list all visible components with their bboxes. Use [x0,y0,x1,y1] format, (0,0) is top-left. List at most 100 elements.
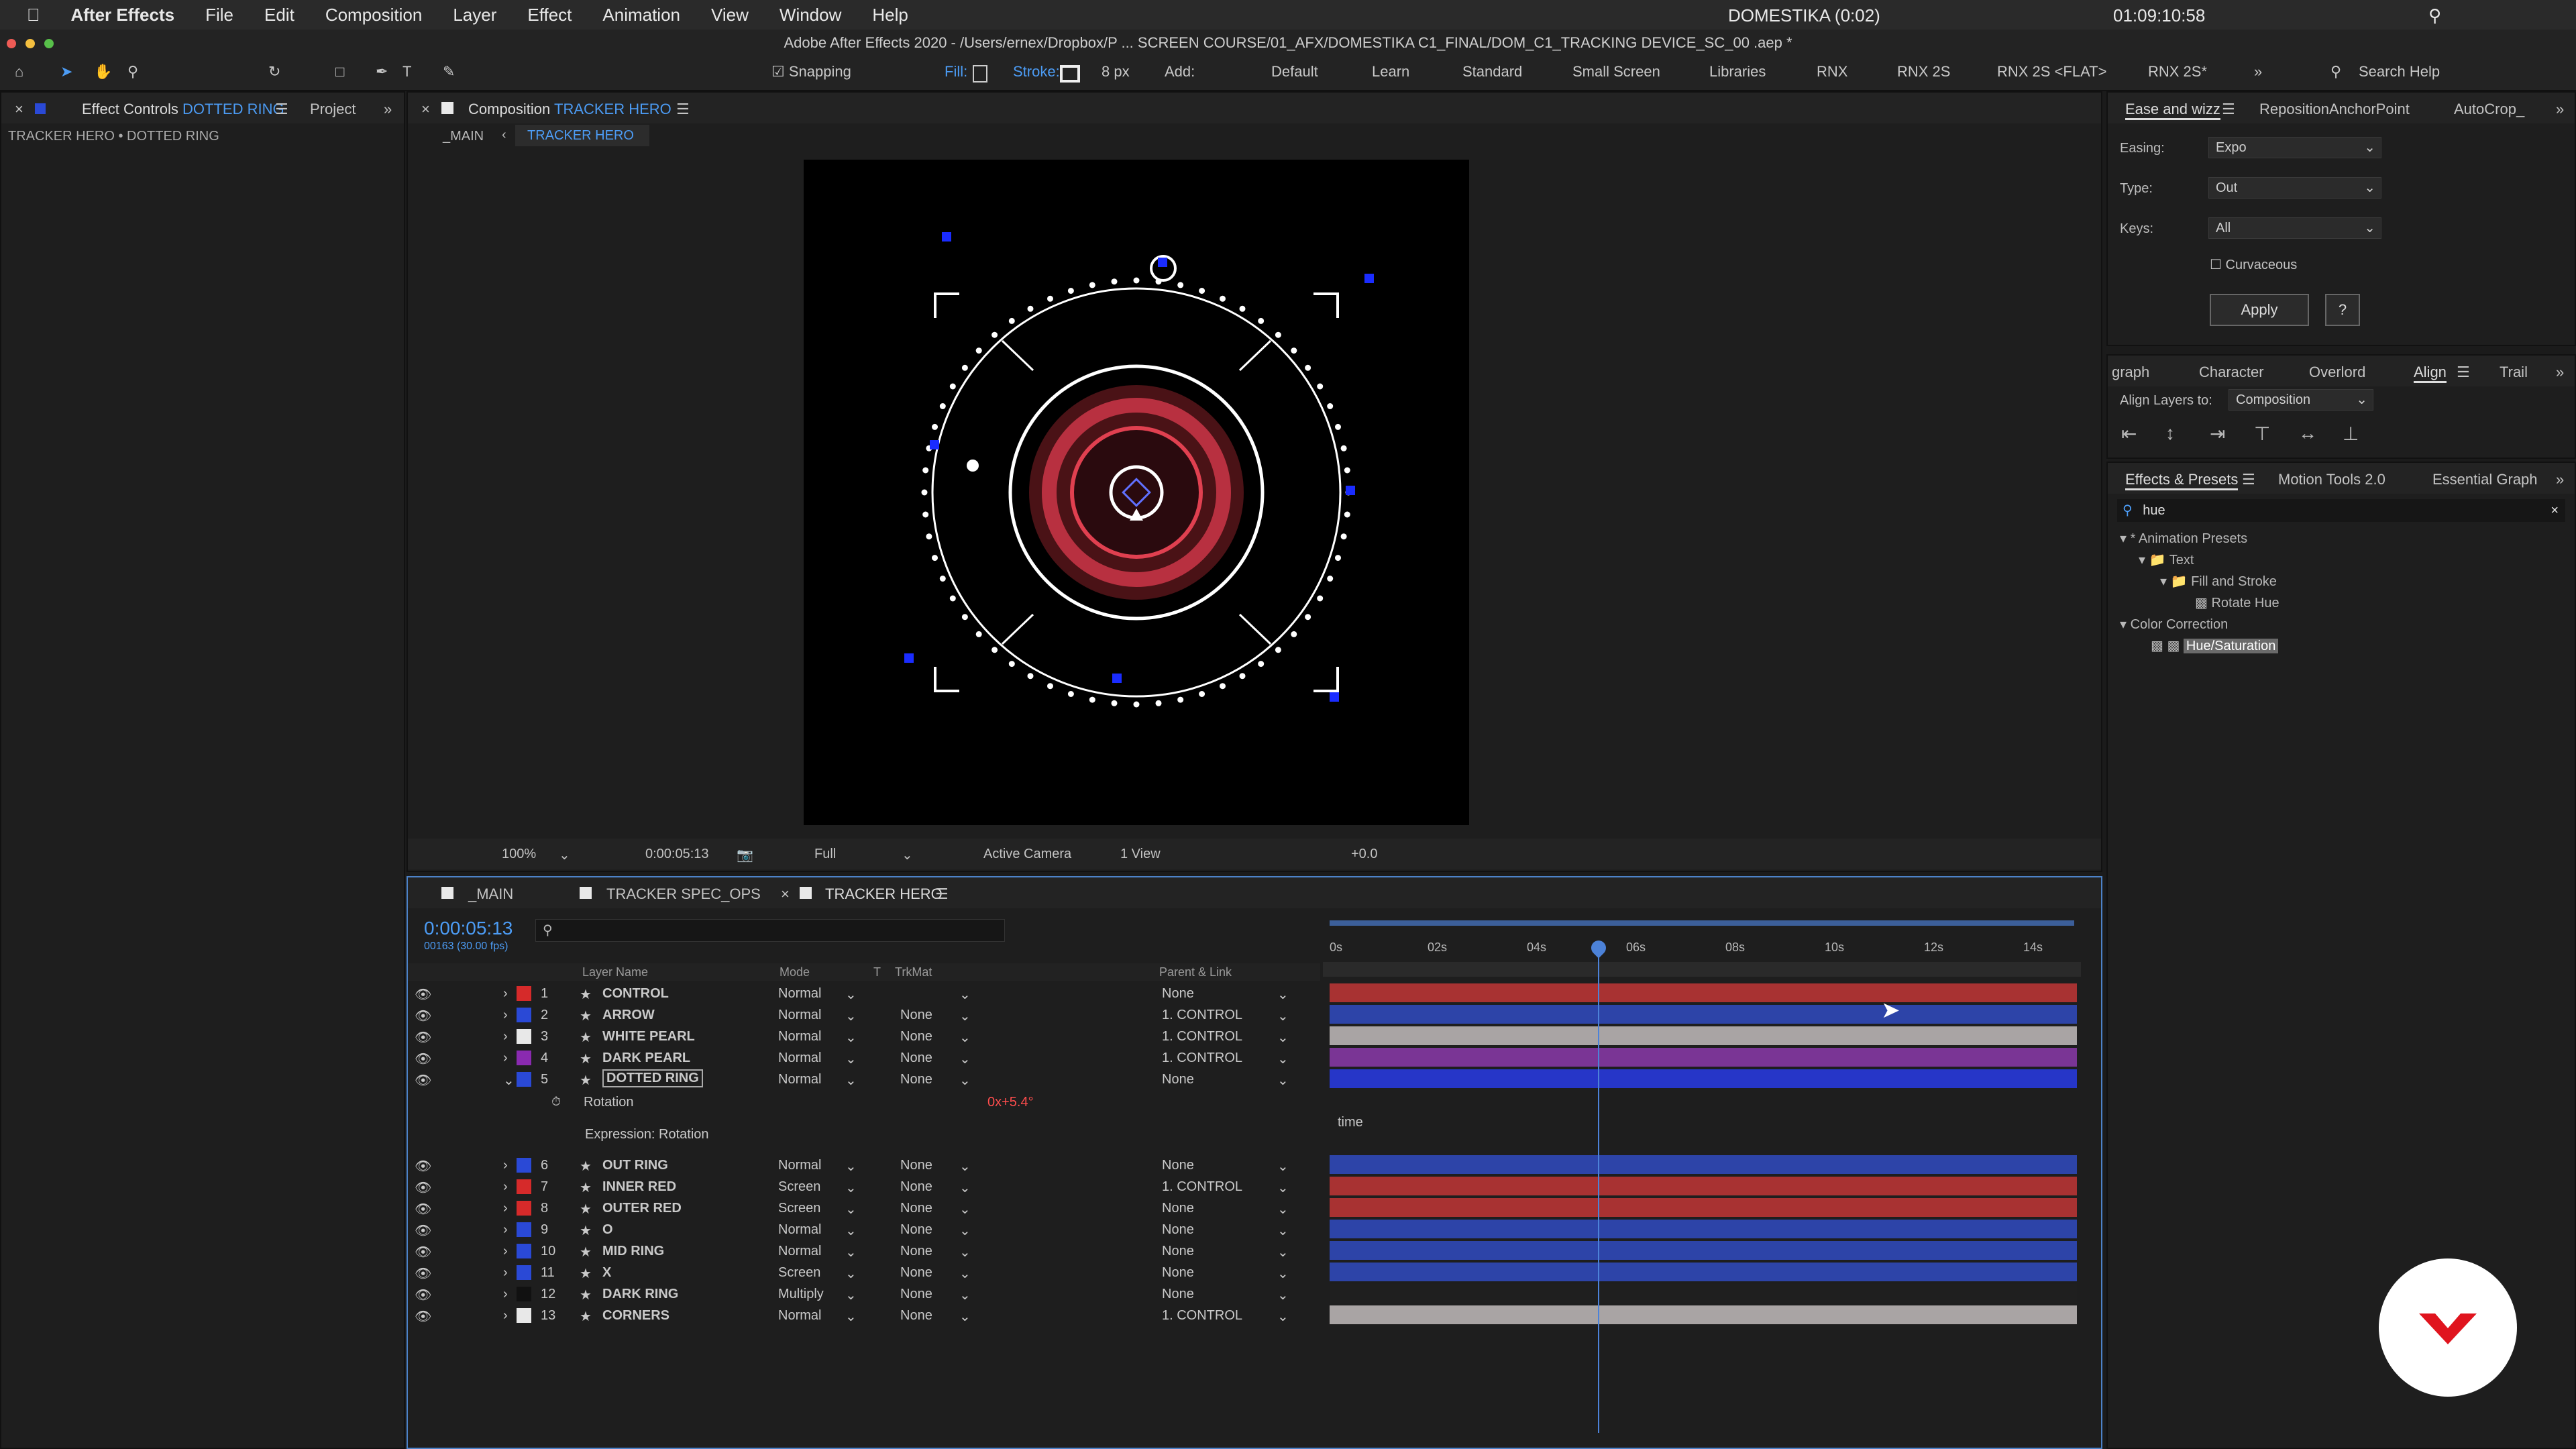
col-trkmat[interactable]: TrkMat [895,965,932,979]
chevron-down-icon[interactable]: ⌄ [559,847,570,863]
pen-tool-icon[interactable]: ✒ [376,63,388,80]
mode-dropdown[interactable]: Screen [778,1265,820,1281]
resolution-dropdown[interactable]: Full [814,847,836,862]
close-tab-icon[interactable]: × [781,885,790,903]
chevron-right-icon[interactable]: › [503,1201,508,1216]
trkmat-dropdown[interactable]: None [900,1158,932,1173]
label-color-swatch[interactable] [517,1287,531,1301]
chevron-down-icon[interactable]: ⌄ [1277,986,1289,1003]
mode-dropdown[interactable]: Normal [778,1222,821,1238]
label-color-swatch[interactable] [517,1265,531,1280]
workspace-rnx2s-star[interactable]: RNX 2S* [2148,63,2207,80]
visibility-eye-icon[interactable]: 👁 [415,1244,431,1260]
chevron-down-icon[interactable]: ⌄ [959,1308,971,1325]
tree-color-correction[interactable]: ▾ Color Correction [2120,616,2228,633]
layer-name[interactable]: O [602,1222,613,1238]
view-layout-dropdown[interactable]: 1 View [1120,847,1161,862]
layer-duration-bar[interactable] [1330,1241,2077,1260]
fill-swatch[interactable] [973,65,987,83]
parent-dropdown[interactable]: None [1162,986,1194,1002]
menu-help[interactable]: Help [872,5,908,25]
chevron-down-icon[interactable]: ⌄ [845,1201,857,1218]
zoom-window-button[interactable] [44,39,54,48]
search-help-icon[interactable]: ⚲ [2330,63,2341,80]
layer-duration-bar[interactable] [1330,1263,2077,1281]
col-t[interactable]: T [873,965,881,979]
search-help-field[interactable]: Search Help [2359,63,2440,80]
tab-ease-and-wizz[interactable]: Ease and wizz [2125,101,2220,120]
parent-dropdown[interactable]: None [1162,1265,1194,1281]
chevron-down-icon[interactable]: ⌄ [959,1222,971,1239]
tab-trail[interactable]: Trail [2500,364,2528,381]
camera-dropdown[interactable]: Active Camera [983,847,1071,862]
trkmat-dropdown[interactable]: None [900,1244,932,1259]
workspace-small-screen[interactable]: Small Screen [1572,63,1660,80]
chevron-down-icon[interactable]: ⌄ [845,1158,857,1175]
layer-name[interactable]: MID RING [602,1244,664,1259]
tree-text[interactable]: ▾ 📁 Text [2139,551,2194,568]
label-color-swatch[interactable] [517,1308,531,1323]
mode-dropdown[interactable]: Normal [778,986,821,1002]
layer-duration-bar[interactable] [1330,1198,2077,1217]
visibility-eye-icon[interactable]: 👁 [415,1222,431,1239]
chevron-down-icon[interactable]: ⌄ [959,1072,971,1089]
layer-duration-bar[interactable] [1330,1220,2077,1238]
label-color-swatch[interactable] [517,1222,531,1237]
app-menu[interactable]: After Effects [71,5,175,25]
chevron-right-icon[interactable]: › [503,1222,508,1238]
chevron-down-icon[interactable]: ⌄ [845,1072,857,1089]
chevron-down-icon[interactable]: ⌄ [959,1201,971,1218]
parent-dropdown[interactable]: None [1162,1201,1194,1216]
nav-tracker-hero[interactable]: TRACKER HERO [515,125,649,146]
expand-panels-icon[interactable]: » [2556,471,2564,488]
layer-name[interactable]: DOTTED RING [602,1069,703,1087]
layer-name[interactable]: DARK PEARL [602,1051,690,1066]
trkmat-dropdown[interactable]: None [900,1072,932,1087]
chevron-down-icon[interactable]: ⌄ [959,1179,971,1196]
zoom-tool-icon[interactable]: ⚲ [127,63,138,80]
align-hcenter-icon[interactable]: ↕ [2165,423,2175,444]
tab-motion-tools[interactable]: Motion Tools 2.0 [2278,471,2385,488]
parent-dropdown[interactable]: None [1162,1072,1194,1087]
chevron-right-icon[interactable]: › [503,986,508,1002]
selection-tool-icon[interactable]: ➤ [60,63,72,80]
menu-view[interactable]: View [711,5,749,25]
visibility-eye-icon[interactable]: 👁 [415,1029,431,1046]
snapping-checkbox[interactable]: ☑ Snapping [771,63,851,80]
panel-menu-icon[interactable]: ☰ [2222,101,2235,118]
layer-name[interactable]: OUT RING [602,1158,668,1173]
playhead[interactable] [1598,945,1599,1433]
menu-layer[interactable]: Layer [453,5,496,25]
align-to-dropdown[interactable]: Composition ⌄ [2229,389,2373,411]
chevron-right-icon[interactable]: › [503,1029,508,1044]
easing-dropdown[interactable]: Expo ⌄ [2208,137,2381,158]
label-color-swatch[interactable] [517,1244,531,1258]
label-color-swatch[interactable] [517,1201,531,1216]
mode-dropdown[interactable]: Normal [778,1029,821,1044]
tab-paragraph[interactable]: graph [2112,364,2149,381]
workspace-rnx2s[interactable]: RNX 2S [1897,63,1950,80]
panel-menu-icon[interactable]: ☰ [2457,364,2470,381]
visibility-eye-icon[interactable]: 👁 [415,1072,431,1089]
brush-tool-icon[interactable]: ✎ [443,63,455,80]
parent-dropdown[interactable]: 1. CONTROL [1162,1179,1242,1195]
apple-icon[interactable]:  [27,5,40,25]
stroke-width[interactable]: 8 px [1102,63,1130,80]
chevron-right-icon[interactable]: › [503,1308,508,1324]
visibility-eye-icon[interactable]: 👁 [415,1308,431,1325]
expand-panels-icon[interactable]: » [2556,101,2564,118]
chevron-down-icon[interactable]: ⌄ [902,847,913,863]
trkmat-dropdown[interactable]: None [900,1051,932,1066]
chevron-down-icon[interactable]: ⌄ [1277,1029,1289,1046]
parent-dropdown[interactable]: None [1162,1244,1194,1259]
chevron-down-icon[interactable]: ⌄ [845,1308,857,1325]
trkmat-dropdown[interactable]: None [900,1179,932,1195]
menu-composition[interactable]: Composition [325,5,423,25]
tab-reposition-anchor[interactable]: RepositionAnchorPoint [2259,101,2410,118]
parent-dropdown[interactable]: 1. CONTROL [1162,1008,1242,1023]
stopwatch-icon[interactable]: ⏱ [551,1095,561,1109]
mode-dropdown[interactable]: Normal [778,1308,821,1324]
layer-duration-bar[interactable] [1330,1048,2077,1067]
mode-dropdown[interactable]: Normal [778,1051,821,1066]
panel-menu-icon[interactable]: ☰ [935,885,949,903]
